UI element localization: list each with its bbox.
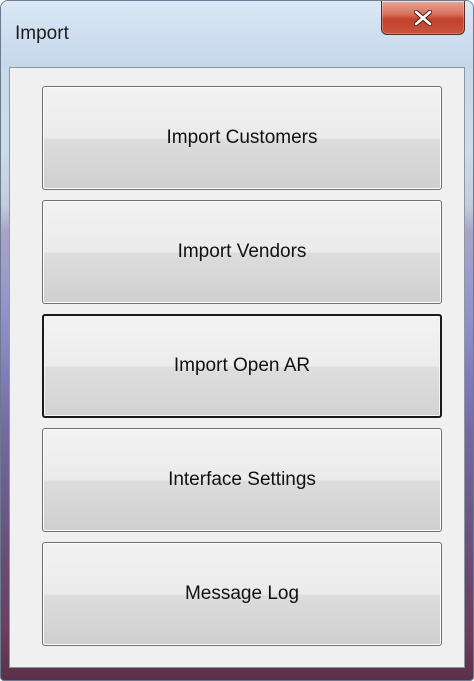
import-dialog: Import Import Customers Import Vendors I… xyxy=(0,0,474,681)
window-title: Import xyxy=(15,23,69,44)
window-frame-right xyxy=(465,67,473,680)
message-log-button[interactable]: Message Log xyxy=(42,542,442,646)
import-vendors-button[interactable]: Import Vendors xyxy=(42,200,442,304)
import-open-ar-button[interactable]: Import Open AR xyxy=(42,314,442,418)
dialog-content: Import Customers Import Vendors Import O… xyxy=(9,67,465,668)
close-button[interactable] xyxy=(381,1,465,35)
interface-settings-button[interactable]: Interface Settings xyxy=(42,428,442,532)
import-customers-button[interactable]: Import Customers xyxy=(42,86,442,190)
close-x-icon xyxy=(414,9,432,26)
window-frame-left xyxy=(1,67,9,680)
title-bar[interactable]: Import xyxy=(1,1,473,67)
